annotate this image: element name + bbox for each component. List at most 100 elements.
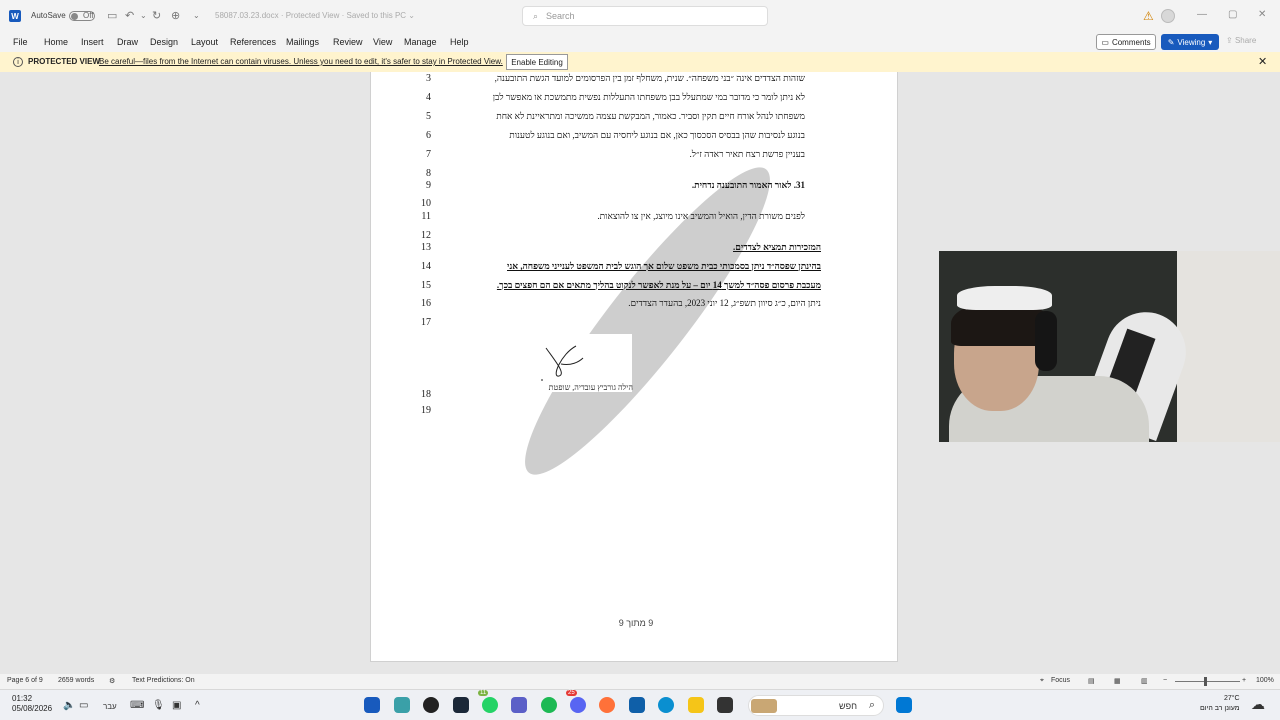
clock-date: 05/08/2026	[12, 704, 53, 713]
word-count[interactable]: 2659 words	[58, 677, 94, 684]
read-mode-icon[interactable]: ▤	[1088, 677, 1095, 685]
keyboard-icon[interactable]: ⌨	[130, 700, 144, 711]
document-line-text[interactable]: בנוגע לנסיבות שהן בבסיס הסכסוך כאן, אם ב…	[509, 130, 805, 140]
tab-manage[interactable]: Manage	[404, 37, 437, 47]
document-line-text[interactable]: המזכירות תמציא לצדדים.	[733, 242, 821, 252]
tab-home[interactable]: Home	[44, 37, 68, 47]
clock[interactable]: 01:32 05/08/2026	[12, 694, 52, 714]
web-layout-icon[interactable]: ▥	[1141, 677, 1148, 685]
chevron-down-icon: ▾	[1208, 37, 1213, 47]
discord-taskbar-icon[interactable]: 25	[566, 690, 586, 713]
document-line-text[interactable]: שזהות הצדדים אינה ״בני משפחה״. שנית, משח…	[495, 73, 805, 83]
tab-mailings[interactable]: Mailings	[286, 37, 319, 47]
user-avatar[interactable]	[1161, 9, 1175, 23]
maximize-icon[interactable]: ▢	[1228, 9, 1237, 20]
watermark-shape	[498, 145, 797, 497]
signature-name: הילה גורביץ עובדיה, שופטת	[548, 383, 633, 392]
weather-widget[interactable]: 27°C מעונן רב היום	[1200, 694, 1240, 714]
customize-qat-icon[interactable]: ⌄	[193, 11, 200, 20]
search-placeholder: Search	[546, 11, 575, 21]
whatsapp-taskbar-icon[interactable]: 11	[478, 690, 498, 713]
media-taskbar-icon[interactable]	[423, 697, 439, 713]
document-line-text[interactable]: לפנים משורת הדין, הואיל והמשיב אינו מיוצ…	[597, 211, 805, 221]
share-button[interactable]: ⇪ Share	[1226, 36, 1256, 45]
viewing-label: Viewing	[1177, 37, 1206, 47]
edge-taskbar-icon[interactable]	[658, 697, 674, 713]
windows-start-icon[interactable]	[896, 697, 912, 713]
tab-file[interactable]: File	[13, 37, 28, 47]
taskbar-search[interactable]: חפש ⌕	[748, 695, 884, 716]
zoom-slider-thumb[interactable]	[1204, 677, 1207, 686]
volume-icon[interactable]: 🔈	[63, 700, 75, 711]
zoom-in-icon[interactable]: +	[1242, 677, 1246, 684]
tab-draw[interactable]: Draw	[117, 37, 138, 47]
text-predictions[interactable]: Text Predictions: On	[132, 677, 195, 684]
save-icon[interactable]: ▭	[107, 9, 117, 22]
tab-help[interactable]: Help	[450, 37, 469, 47]
document-line-text[interactable]: מעכבת פרסום פסה״ד למשך 14 יום – על מנת ל…	[497, 280, 821, 290]
touch-mode-icon[interactable]: ⊕	[171, 9, 180, 22]
language-indicator[interactable]: עבר	[103, 702, 117, 711]
spotify-taskbar-icon[interactable]	[541, 697, 557, 713]
tab-review[interactable]: Review	[333, 37, 363, 47]
close-bar-icon[interactable]: ✕	[1258, 55, 1267, 68]
document-title[interactable]: 58087.03.23.docx · Protected View · Save…	[215, 11, 415, 20]
minimize-icon[interactable]: —	[1197, 9, 1207, 20]
document-line-text[interactable]: 31. לאור האמור התובענה נדחית.	[692, 180, 805, 190]
steam-taskbar-icon[interactable]	[453, 697, 469, 713]
zoom-slider[interactable]	[1175, 681, 1240, 682]
document-line-text[interactable]: ניתן היום, כ״ג סיוון תשפ״ג, 12 יוני 2023…	[628, 298, 821, 308]
warning-icon[interactable]: ⚠	[1143, 9, 1154, 23]
tab-insert[interactable]: Insert	[81, 37, 104, 47]
undo-dropdown-icon[interactable]: ⌄	[140, 11, 147, 20]
proofing-icon[interactable]: ⚙	[109, 677, 115, 685]
tab-layout[interactable]: Layout	[191, 37, 218, 47]
tab-references[interactable]: References	[230, 37, 276, 47]
protected-view-bar: i PROTECTED VIEW Be careful—files from t…	[0, 52, 1280, 72]
redo-icon[interactable]: ↻	[152, 9, 161, 22]
zoom-out-icon[interactable]: −	[1163, 677, 1167, 684]
firefox-taskbar-icon[interactable]	[599, 697, 615, 713]
viewing-mode-button[interactable]: ✎ Viewing ▾	[1161, 34, 1219, 50]
chevron-up-icon[interactable]: ^	[195, 700, 200, 711]
document-page[interactable]: 3 שזהות הצדדים אינה ״בני משפחה״. שנית, מש…	[370, 72, 898, 662]
info-icon: i	[13, 57, 23, 67]
comments-label: Comments	[1111, 37, 1151, 47]
undo-icon[interactable]: ↶	[125, 9, 134, 22]
webcam-headband	[957, 286, 1052, 310]
taskbar-search-label: חפש	[839, 700, 857, 711]
terminal-taskbar-icon[interactable]	[717, 697, 733, 713]
network-icon[interactable]: ▭	[79, 700, 88, 711]
enable-editing-button[interactable]: Enable Editing	[506, 54, 568, 70]
word-taskbar-icon[interactable]	[364, 697, 380, 713]
zoom-level[interactable]: 100%	[1256, 677, 1274, 684]
microphone-icon[interactable]: 🎙	[152, 700, 165, 711]
windows-taskbar: 01:32 05/08/2026 🔈 ▭ עבר ⌨ 🎙 ▣ ^ 11 25 ח…	[0, 689, 1280, 720]
document-line-text[interactable]: לא ניתן לומר כי מדובר במי שמתעלל בבן משפ…	[493, 92, 805, 102]
autosave-label: AutoSave	[31, 11, 66, 20]
search-box[interactable]: ⌕ Search	[522, 6, 768, 26]
store-taskbar-icon[interactable]	[629, 697, 645, 713]
page-count[interactable]: Page 6 of 9	[7, 677, 43, 684]
focus-icon[interactable]: ⌖	[1040, 677, 1044, 685]
protected-view-message[interactable]: Be careful—files from the Internet can c…	[99, 57, 503, 66]
print-layout-icon[interactable]: ▦	[1114, 677, 1121, 685]
weather-desc: מעונן רב היום	[1200, 705, 1240, 712]
app-taskbar-icon[interactable]	[394, 697, 410, 713]
line-number: 3	[426, 73, 431, 84]
explorer-taskbar-icon[interactable]	[688, 697, 704, 713]
document-line-text[interactable]: בהינתן שפסה״ד ניתן בסמכותי כבית משפט שלו…	[507, 261, 821, 271]
focus-label[interactable]: Focus	[1051, 677, 1070, 684]
line-number: 10	[421, 198, 431, 209]
comments-button[interactable]: ▭ Comments	[1096, 34, 1156, 50]
line-number: 12	[421, 230, 431, 241]
pencil-icon: ✎	[1167, 37, 1175, 47]
tab-view[interactable]: View	[373, 37, 392, 47]
tab-design[interactable]: Design	[150, 37, 178, 47]
meet-icon[interactable]: ▣	[172, 700, 181, 711]
document-line-text[interactable]: בעניין פרשת רצח תאיר ראדה ז״ל.	[690, 149, 805, 159]
teams-taskbar-icon[interactable]	[511, 697, 527, 713]
webcam-overlay	[939, 251, 1280, 442]
document-line-text[interactable]: משפחתו לנהל אורח חיים תקין וסביר. כאמור,…	[496, 111, 805, 121]
close-icon[interactable]: ✕	[1258, 9, 1266, 20]
